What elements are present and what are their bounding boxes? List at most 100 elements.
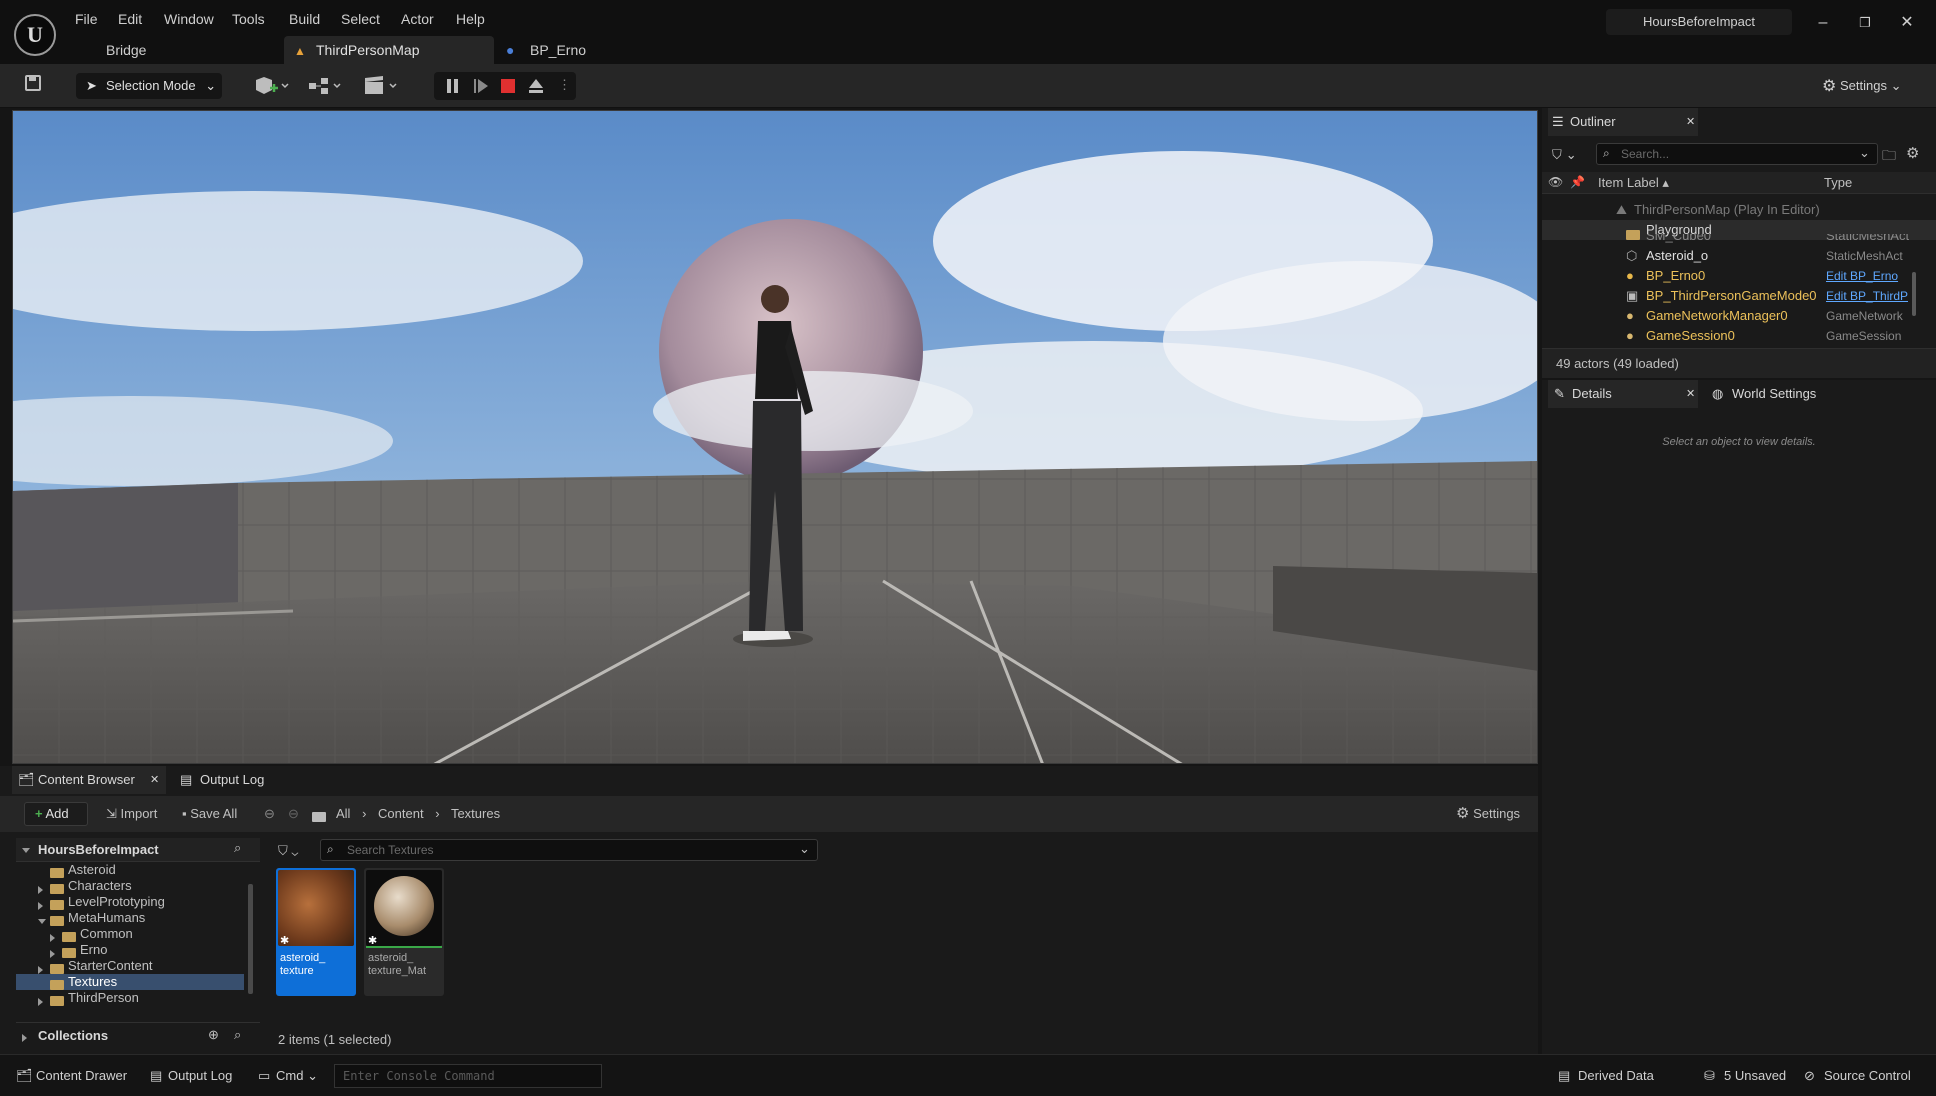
col-item-label[interactable]: Item Label ▴ xyxy=(1598,175,1669,191)
tab-world-settings[interactable]: ◍ World Settings xyxy=(1710,380,1816,408)
stop-icon[interactable] xyxy=(501,79,515,93)
outliner-panel: ☰ Outliner ✕ ⛉ ⌄ ⌕ Search... ⌄ 🗀 ⚙ 👁 📌 It… xyxy=(1542,108,1936,378)
outliner-root-row[interactable]: ⛰ ThirdPersonMap (Play In Editor) xyxy=(1542,200,1936,220)
output-log-button[interactable]: ▤ Output Log xyxy=(150,1063,232,1089)
pin-icon[interactable]: 📌 xyxy=(1570,175,1585,189)
outliner-row[interactable]: ● GameNetworkManager0 GameNetwork xyxy=(1542,306,1920,326)
level-viewport[interactable] xyxy=(12,110,1538,764)
outliner-row[interactable]: ● GameSession0 GameSession xyxy=(1542,326,1920,346)
sources-header[interactable]: HoursBeforeImpact ⌕ xyxy=(16,838,260,862)
cinematics-icon[interactable] xyxy=(362,74,402,98)
menu-build[interactable]: Build xyxy=(289,11,320,27)
search-icon[interactable]: ⌕ xyxy=(234,840,241,856)
col-type[interactable]: Type xyxy=(1824,175,1852,190)
filter-icon: ⛉ xyxy=(278,843,288,858)
outliner-row-partial[interactable]: SM_Cube0 StaticMeshAct xyxy=(1542,234,1936,244)
outliner-footer: 49 actors (49 loaded) xyxy=(1542,348,1936,378)
tab-output-log[interactable]: ▤ Output Log xyxy=(178,766,264,794)
edit-blueprint-link[interactable]: Edit BP_ThirdP xyxy=(1826,286,1908,306)
save-icon[interactable] xyxy=(24,74,42,98)
close-window-button[interactable]: ✕ xyxy=(1892,10,1922,36)
menu-edit[interactable]: Edit xyxy=(118,11,142,27)
tree-folder-2[interactable]: LevelPrototyping xyxy=(16,894,244,910)
tree-folder-3[interactable]: MetaHumans xyxy=(16,910,244,926)
settings-button[interactable]: ⚙ Settings ⌄ xyxy=(1822,73,1901,99)
tree-folder-4[interactable]: Common xyxy=(16,926,244,942)
expand-icon[interactable] xyxy=(38,994,49,1010)
tree-folder-5[interactable]: Erno xyxy=(16,942,244,958)
asset-name: asteroid_ texture xyxy=(280,952,325,978)
menu-tools[interactable]: Tools xyxy=(232,11,265,27)
tab-bp-erno[interactable]: ● BP_Erno xyxy=(506,36,586,64)
tree-folder-1[interactable]: Characters xyxy=(16,878,244,894)
outliner-search-input[interactable]: ⌕ Search... ⌄ xyxy=(1596,143,1878,165)
visibility-eye-icon[interactable]: 👁 xyxy=(1548,175,1563,189)
minimize-button[interactable]: – xyxy=(1808,10,1838,36)
unsaved-button[interactable]: ⛁ 5 Unsaved xyxy=(1704,1063,1786,1089)
edit-blueprint-link[interactable]: Edit BP_Erno xyxy=(1826,266,1898,286)
console-input[interactable]: Enter Console Command xyxy=(334,1064,602,1088)
blueprints-icon[interactable] xyxy=(306,74,346,98)
collections-header[interactable]: Collections ⊕ ⌕ xyxy=(16,1022,260,1048)
menu-actor[interactable]: Actor xyxy=(401,11,434,27)
more-options-icon[interactable]: ⋮ xyxy=(558,77,571,93)
frame-skip-icon[interactable] xyxy=(474,79,488,93)
import-button[interactable]: ⇲ Import xyxy=(106,802,157,826)
menu-select[interactable]: Select xyxy=(341,11,380,27)
forward-button[interactable]: ⊖ xyxy=(288,802,299,826)
close-tab-icon[interactable]: ✕ xyxy=(150,766,159,794)
outliner-row[interactable]: ● BP_Erno0 Edit BP_Erno xyxy=(1542,266,1920,286)
selection-mode-dropdown[interactable]: ➤ Selection Mode ⌄ xyxy=(76,73,222,99)
crumb-content[interactable]: Content xyxy=(378,806,424,821)
tab-bridge[interactable]: Bridge xyxy=(106,36,146,64)
asset-name: asteroid_ texture_Mat xyxy=(368,952,426,978)
menu-window[interactable]: Window xyxy=(164,11,214,27)
add-folder-icon[interactable]: 🗀 xyxy=(1882,145,1896,169)
source-control-button[interactable]: ⊘ Source Control xyxy=(1804,1063,1911,1089)
eject-icon[interactable] xyxy=(528,78,544,94)
outliner-scrollbar[interactable] xyxy=(1912,272,1916,316)
save-all-button[interactable]: ▪ Save All xyxy=(182,802,237,826)
details-panel: ✎ Details ✕ ◍ World Settings Select an o… xyxy=(1542,380,1936,1054)
cmd-dropdown[interactable]: ▭ Cmd ⌄ xyxy=(258,1063,318,1089)
crumb-textures[interactable]: Textures xyxy=(451,806,500,821)
asset-filter-button[interactable]: ⛉ ⌄ xyxy=(278,840,298,862)
folder-tree: Asteroid Characters LevelPrototyping MetaHu… xyxy=(16,862,248,1006)
tab-outliner[interactable]: ☰ Outliner ✕ xyxy=(1548,108,1698,136)
outliner-row[interactable]: ⬡ Asteroid_o StaticMeshAct xyxy=(1542,246,1920,266)
add-actor-icon[interactable] xyxy=(252,74,292,98)
tab-details[interactable]: ✎ Details ✕ xyxy=(1548,380,1698,408)
outliner-title: Outliner xyxy=(1570,114,1616,129)
tree-folder-8[interactable]: ThirdPerson xyxy=(16,990,244,1006)
tree-folder-6[interactable]: StarterContent xyxy=(16,958,244,974)
tree-folder-0[interactable]: Asteroid xyxy=(16,862,244,878)
restore-button[interactable]: ❐ xyxy=(1850,10,1880,36)
gear-icon[interactable]: ⚙ xyxy=(1906,144,1919,162)
asset-tile-selected[interactable]: ✱ asteroid_ texture xyxy=(276,868,356,996)
add-button[interactable]: + Add xyxy=(24,802,88,826)
derived-data-button[interactable]: ▤ Derived Data xyxy=(1558,1063,1654,1089)
crumb-all[interactable]: All xyxy=(336,806,350,821)
back-button[interactable]: ⊖ xyxy=(264,802,275,826)
asset-tile[interactable]: ✱ asteroid_ texture_Mat xyxy=(364,868,444,996)
close-tab-icon[interactable]: ✕ xyxy=(1686,380,1695,408)
chevron-right-icon: › xyxy=(362,806,367,821)
menu-help[interactable]: Help xyxy=(456,11,485,27)
outliner-row[interactable]: ▣ BP_ThirdPersonGameMode0 Edit BP_ThirdP xyxy=(1542,286,1920,306)
tree-scrollbar[interactable] xyxy=(248,884,253,994)
pause-icon[interactable] xyxy=(446,79,460,93)
asset-search-input[interactable]: ⌕ Search Textures ⌄ xyxy=(320,839,818,861)
tab-third-person-map[interactable]: ▲ ThirdPersonMap xyxy=(284,36,494,64)
close-tab-icon[interactable]: ✕ xyxy=(1686,108,1695,136)
tree-folder-7[interactable]: Textures xyxy=(16,974,244,990)
tab-content-browser[interactable]: 🗂 Content Browser ✕ xyxy=(12,766,166,794)
search-icon[interactable]: ⌕ xyxy=(234,1027,241,1043)
filter-button[interactable]: ⛉ ⌄ xyxy=(1552,144,1577,166)
menu-file[interactable]: File xyxy=(75,11,98,27)
main-toolbar: ➤ Selection Mode ⌄ ⋮ ⚙ Settings ⌄ xyxy=(0,64,1936,108)
cb-settings-button[interactable]: ⚙ Settings xyxy=(1456,802,1520,826)
row-type: GameSession xyxy=(1826,329,1902,343)
unreal-logo-icon[interactable]: U xyxy=(14,14,56,56)
content-drawer-button[interactable]: 🗂 Content Drawer xyxy=(14,1063,127,1089)
add-collection-icon[interactable]: ⊕ xyxy=(208,1027,219,1043)
